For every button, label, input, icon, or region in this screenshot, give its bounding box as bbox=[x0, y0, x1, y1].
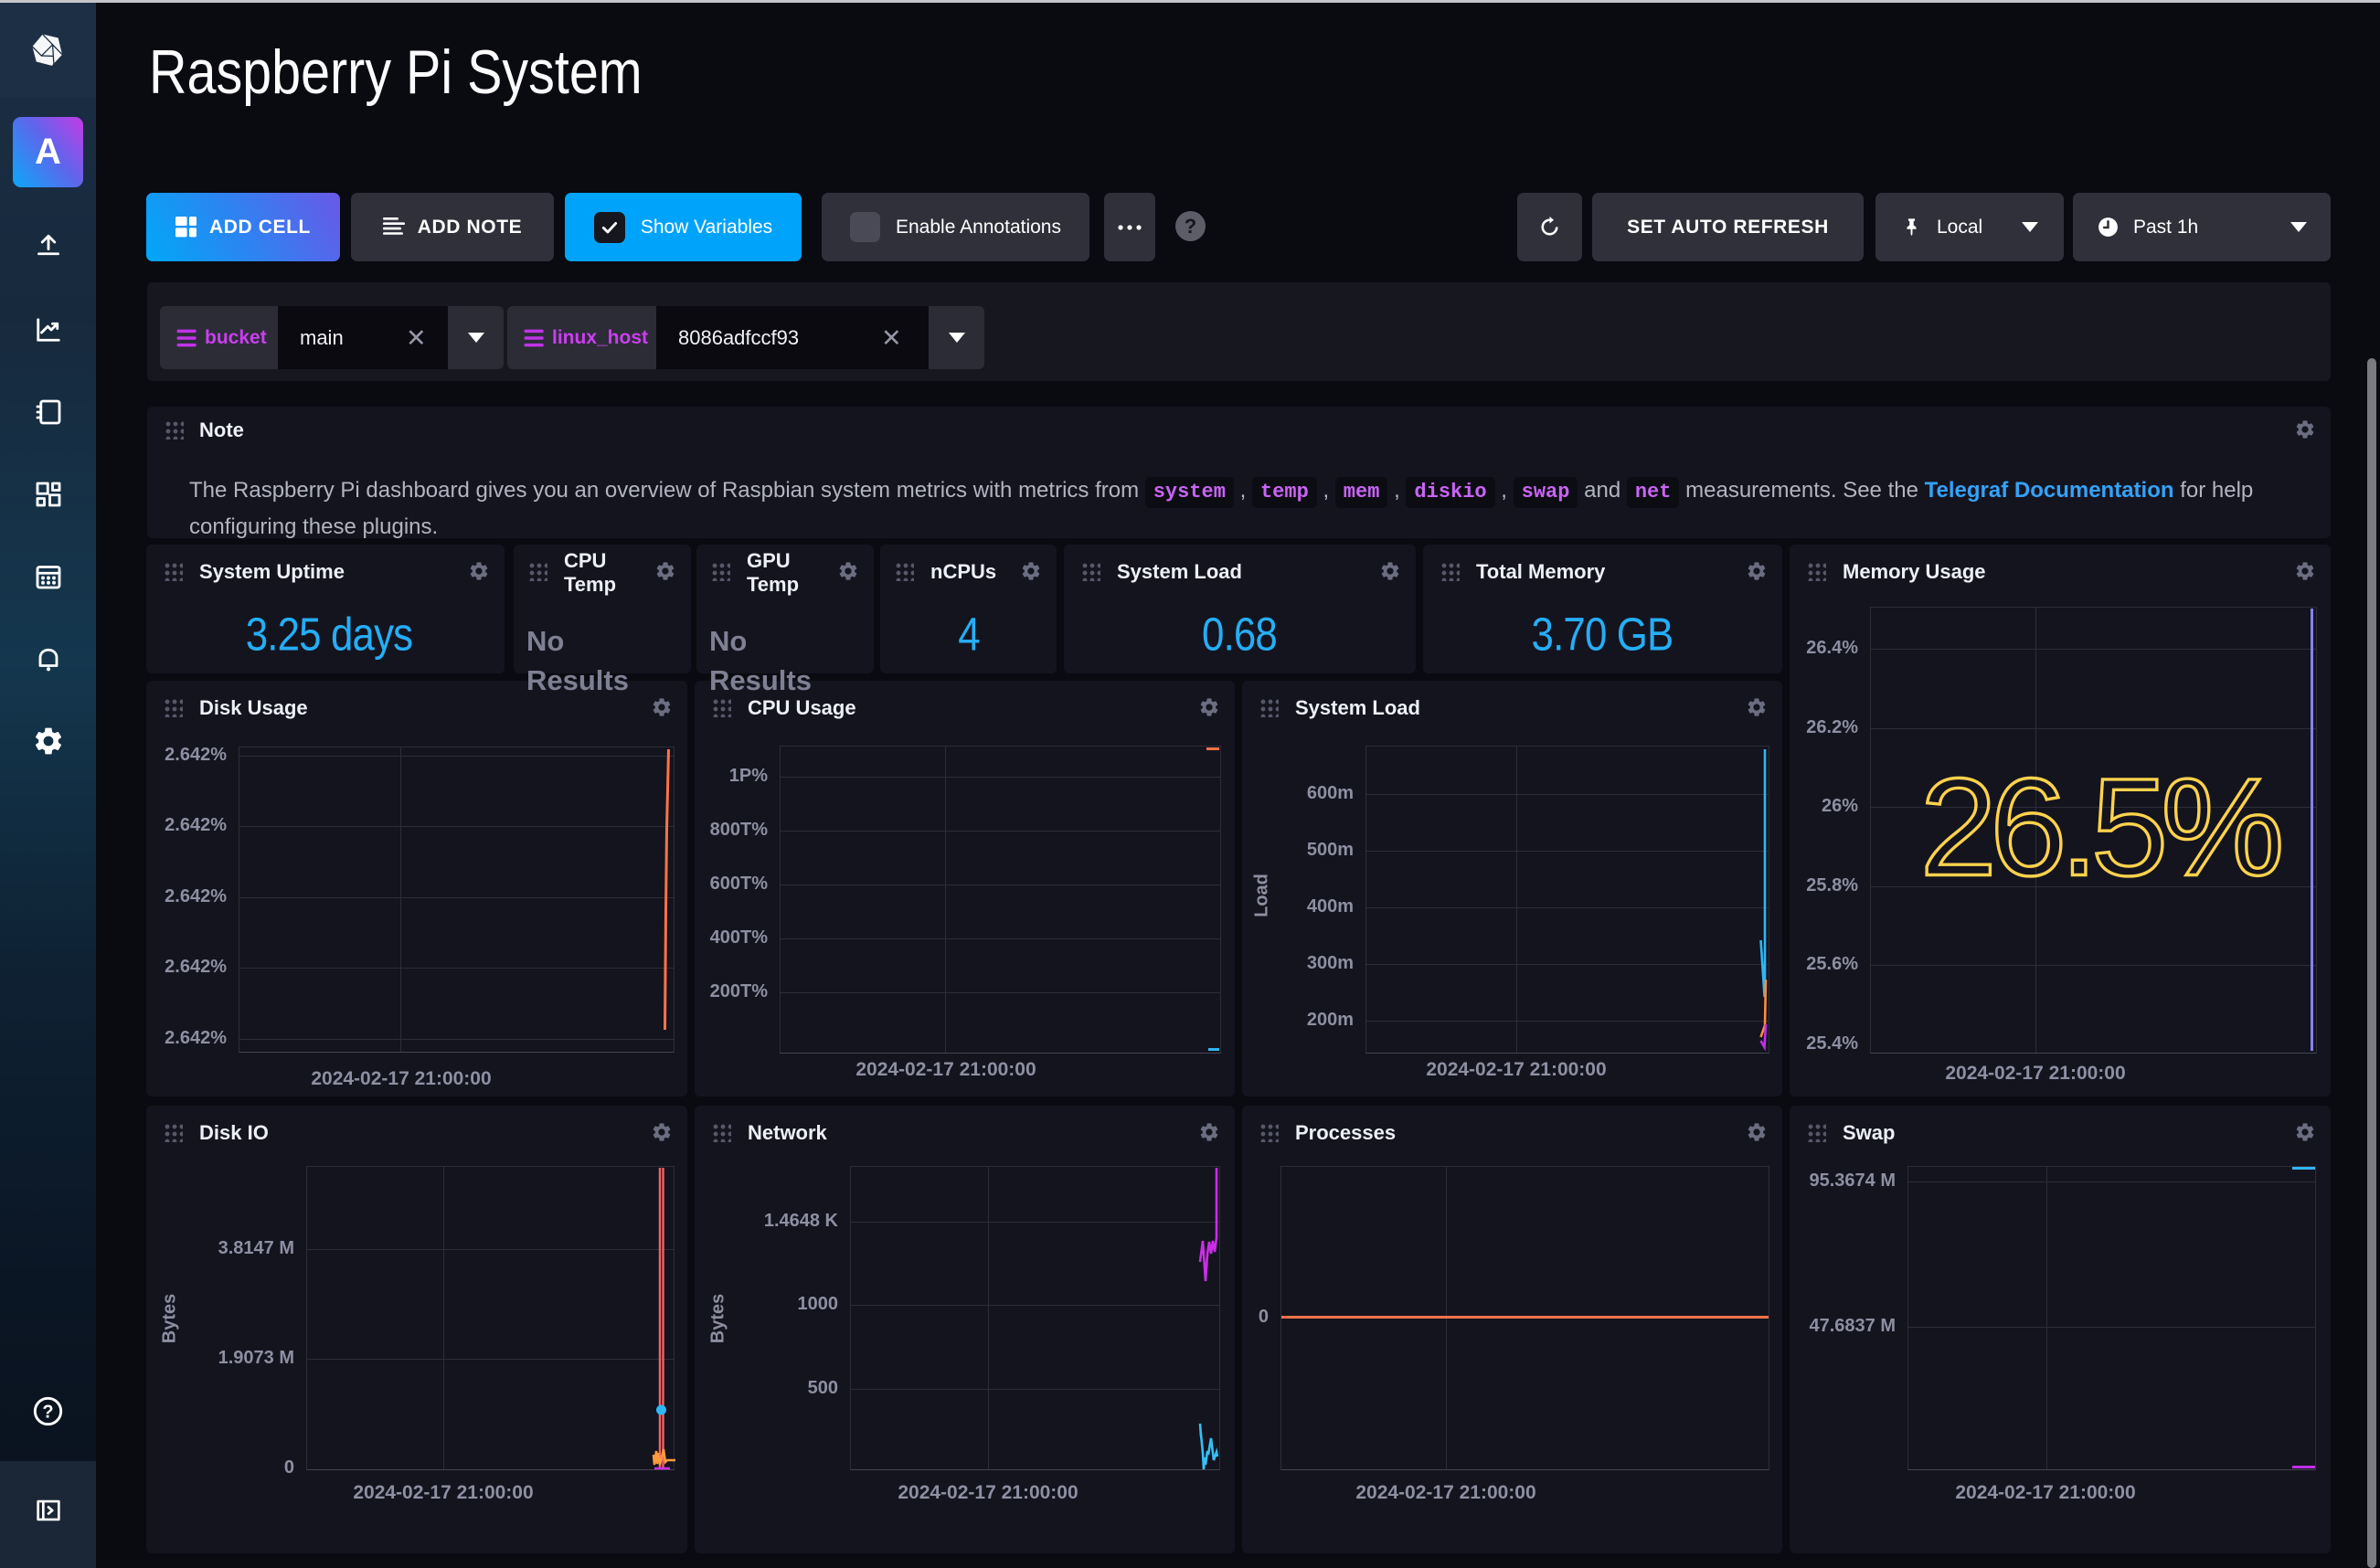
svg-text:?: ? bbox=[42, 1403, 53, 1423]
